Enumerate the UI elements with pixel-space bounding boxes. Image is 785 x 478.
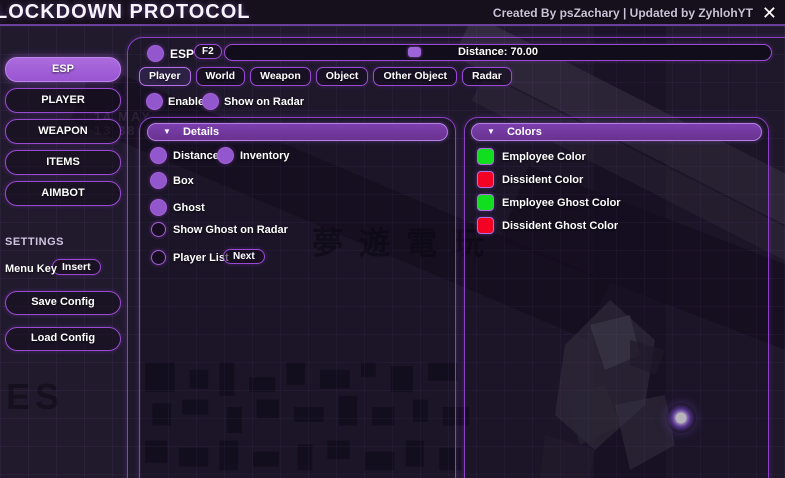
menu-key-bind-button[interactable]: Insert bbox=[52, 259, 101, 275]
player-list-next-button[interactable]: Next bbox=[223, 249, 265, 264]
title-bar: LOCKDOWN PROTOCOL Created By psZachary |… bbox=[0, 0, 785, 26]
enabled-checkbox[interactable] bbox=[146, 93, 163, 110]
show-on-radar-label: Show on Radar bbox=[224, 96, 304, 108]
sidebar-item-aimbot[interactable]: AIMBOT bbox=[5, 181, 121, 206]
details-panel bbox=[139, 117, 456, 478]
employee-color-swatch[interactable] bbox=[477, 148, 494, 165]
distance-slider-value: Distance: 70.00 bbox=[225, 46, 771, 58]
box-label: Box bbox=[173, 175, 194, 187]
collapse-icon: ▼ bbox=[487, 124, 495, 140]
show-ghost-on-radar-checkbox[interactable] bbox=[151, 222, 166, 237]
dissident-color-swatch[interactable] bbox=[477, 171, 494, 188]
box-checkbox[interactable] bbox=[150, 172, 167, 189]
load-config-button[interactable]: Load Config bbox=[5, 327, 121, 351]
tab-radar[interactable]: Radar bbox=[462, 67, 512, 86]
ghost-label: Ghost bbox=[173, 202, 205, 214]
employee-ghost-color-swatch[interactable] bbox=[477, 194, 494, 211]
esp-tab-bar: Player World Weapon Object Other Object … bbox=[139, 67, 512, 86]
inventory-checkbox[interactable] bbox=[217, 147, 234, 164]
tab-weapon[interactable]: Weapon bbox=[250, 67, 311, 86]
sidebar-item-player[interactable]: PLAYER bbox=[5, 88, 121, 113]
tab-other-object[interactable]: Other Object bbox=[373, 67, 457, 86]
player-list-checkbox[interactable] bbox=[151, 250, 166, 265]
page-title: LOCKDOWN PROTOCOL bbox=[0, 1, 251, 24]
esp-keybind-button[interactable]: F2 bbox=[194, 44, 222, 59]
colors-panel-header[interactable]: ▼ Colors bbox=[471, 123, 762, 141]
esp-master-label: ESP bbox=[170, 47, 194, 61]
sidebar-item-esp[interactable]: ESP bbox=[5, 57, 121, 82]
dissident-color-label: Dissident Color bbox=[502, 174, 583, 186]
distance-slider[interactable]: Distance: 70.00 bbox=[224, 44, 772, 61]
details-panel-title: Details bbox=[183, 126, 219, 138]
tab-player[interactable]: Player bbox=[139, 67, 191, 86]
ghost-checkbox[interactable] bbox=[150, 199, 167, 216]
show-on-radar-checkbox[interactable] bbox=[202, 93, 219, 110]
save-config-button[interactable]: Save Config bbox=[5, 291, 121, 315]
distance-checkbox[interactable] bbox=[150, 147, 167, 164]
menu-key-label: Menu Key bbox=[5, 263, 57, 275]
sidebar-item-weapon[interactable]: WEAPON bbox=[5, 119, 121, 144]
sidebar-item-items[interactable]: ITEMS bbox=[5, 150, 121, 175]
dissident-ghost-color-swatch[interactable] bbox=[477, 217, 494, 234]
details-panel-header[interactable]: ▼ Details bbox=[147, 123, 448, 141]
settings-section-label: SETTINGS bbox=[5, 236, 64, 248]
player-list-label: Player List bbox=[173, 252, 229, 264]
employee-ghost-color-label: Employee Ghost Color bbox=[502, 197, 621, 209]
colors-panel-title: Colors bbox=[507, 126, 542, 138]
watermark-es-text: ES bbox=[6, 376, 64, 418]
esp-master-checkbox[interactable] bbox=[147, 45, 164, 62]
close-icon[interactable]: ✕ bbox=[762, 1, 777, 25]
colors-panel bbox=[464, 117, 769, 478]
tab-world[interactable]: World bbox=[196, 67, 246, 86]
inventory-label: Inventory bbox=[240, 150, 290, 162]
tab-object[interactable]: Object bbox=[316, 67, 369, 86]
distance-label: Distance bbox=[173, 150, 219, 162]
lockdown-protocol-menu: 夢遊電玩 ES 14 MAY 13 38 LOCKDOWN PROTOCOL C… bbox=[0, 0, 785, 478]
employee-color-label: Employee Color bbox=[502, 151, 586, 163]
collapse-icon: ▼ bbox=[163, 124, 171, 140]
dissident-ghost-color-label: Dissident Ghost Color bbox=[502, 220, 618, 232]
show-ghost-on-radar-label: Show Ghost on Radar bbox=[173, 224, 288, 236]
credits-text: Created By psZachary | Updated by Zyhloh… bbox=[493, 6, 753, 20]
